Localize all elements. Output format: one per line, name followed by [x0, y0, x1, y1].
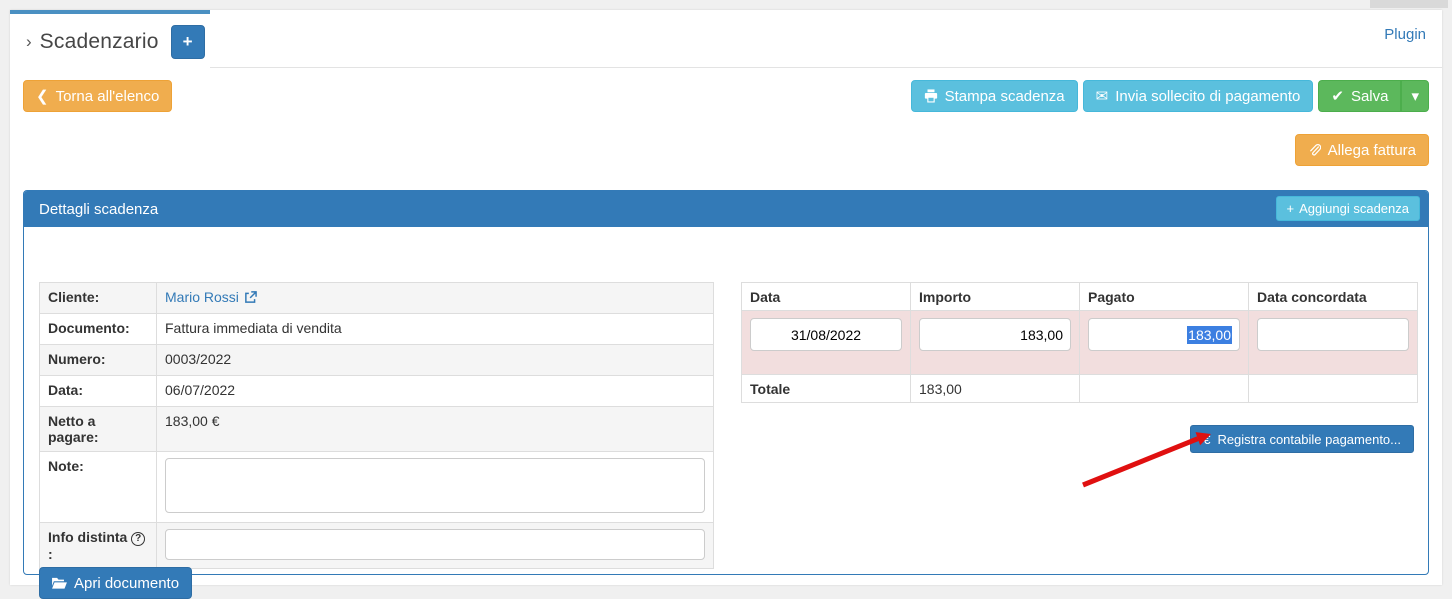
- total-value: 183,00: [911, 375, 1080, 403]
- documento-value: Fattura immediata di vendita: [157, 314, 714, 345]
- send-payment-reminder-button[interactable]: ✉ Invia sollecito di pagamento: [1083, 80, 1314, 112]
- col-pagato: Pagato: [1080, 283, 1249, 311]
- table-row: Cliente: Mario Rossi: [40, 283, 714, 314]
- open-document-button[interactable]: Apri documento: [39, 567, 192, 599]
- installment-paid-input[interactable]: 183,00: [1088, 318, 1240, 351]
- agreed-date-input[interactable]: [1257, 318, 1409, 351]
- chevron-right-icon: ›: [26, 32, 32, 52]
- register-payment-label: Registra contabile pagamento...: [1217, 432, 1401, 447]
- col-data-concordata: Data concordata: [1249, 283, 1418, 311]
- data-value: 06/07/2022: [157, 376, 714, 407]
- installment-row: 183,00: [742, 311, 1418, 375]
- add-installment-label: Aggiungi scadenza: [1299, 201, 1409, 216]
- panel-heading: Dettagli scadenza + Aggiungi scadenza: [24, 191, 1428, 227]
- folder-open-icon: [52, 577, 67, 590]
- table-row: Documento: Fattura immediata di vendita: [40, 314, 714, 345]
- netto-value: 183,00 €: [157, 407, 714, 452]
- attach-invoice-button[interactable]: Allega fattura: [1295, 134, 1429, 166]
- data-label: Data:: [40, 376, 157, 407]
- check-icon: ✔: [1331, 89, 1344, 104]
- page-title: Scadenzario: [40, 30, 159, 54]
- euro-icon: €: [1203, 433, 1210, 446]
- save-label: Salva: [1351, 88, 1389, 105]
- numero-label: Numero:: [40, 345, 157, 376]
- content-card: › Scadenzario + Plugin ❮ Torna all'elenc…: [10, 10, 1442, 585]
- panel-title: Dettagli scadenza: [39, 201, 158, 218]
- note-label: Note:: [40, 452, 157, 523]
- back-to-list-label: Torna all'elenco: [56, 88, 160, 105]
- external-link-icon: [244, 291, 257, 304]
- customer-name: Mario Rossi: [165, 289, 239, 305]
- table-row: Numero: 0003/2022: [40, 345, 714, 376]
- plus-icon: +: [1287, 202, 1295, 215]
- top-edge-bar: [1370, 0, 1448, 8]
- documento-label: Documento:: [40, 314, 157, 345]
- toolbar-left: ❮ Torna all'elenco: [23, 80, 172, 112]
- installments-table: Data Importo Pagato Data concordata 183,…: [741, 282, 1418, 403]
- envelope-icon: ✉: [1096, 89, 1109, 104]
- add-installment-button[interactable]: + Aggiungi scadenza: [1276, 196, 1420, 221]
- open-document-label: Apri documento: [74, 575, 179, 592]
- plus-icon: +: [183, 32, 193, 51]
- panel-body: Cliente: Mario Rossi Documento:: [24, 227, 1428, 575]
- add-tab-button[interactable]: +: [171, 25, 205, 59]
- attach-row: Allega fattura: [1295, 134, 1429, 166]
- installment-amount-input[interactable]: [919, 318, 1071, 351]
- save-dropdown-button[interactable]: ▾: [1401, 80, 1429, 112]
- col-data: Data: [742, 283, 911, 311]
- register-payment-button[interactable]: € Registra contabile pagamento...: [1190, 425, 1414, 453]
- question-circle-icon: ?: [131, 532, 145, 546]
- print-icon: [924, 89, 938, 103]
- table-row: Netto a pagare: 183,00 €: [40, 407, 714, 452]
- table-row: Note:: [40, 452, 714, 523]
- netto-label: Netto a pagare:: [40, 407, 157, 452]
- col-importo: Importo: [911, 283, 1080, 311]
- info-distinta-input[interactable]: [165, 529, 705, 560]
- print-schedule-label: Stampa scadenza: [945, 88, 1065, 105]
- selected-text: 183,00: [1187, 326, 1232, 344]
- table-row: Data: 06/07/2022: [40, 376, 714, 407]
- tab-scadenzario[interactable]: › Scadenzario +: [10, 10, 210, 69]
- toolbar-right: Stampa scadenza ✉ Invia sollecito di pag…: [911, 80, 1429, 112]
- schedule-details-panel: Dettagli scadenza + Aggiungi scadenza Cl…: [23, 190, 1429, 575]
- total-row: Totale 183,00: [742, 375, 1418, 403]
- back-to-list-button[interactable]: ❮ Torna all'elenco: [23, 80, 172, 112]
- note-textarea[interactable]: [165, 458, 705, 513]
- attach-invoice-label: Allega fattura: [1328, 142, 1416, 159]
- info-distinta-label: Info distinta: [48, 529, 127, 545]
- total-label: Totale: [742, 375, 911, 403]
- save-button[interactable]: ✔ Salva: [1318, 80, 1401, 112]
- app-screen: › Scadenzario + Plugin ❮ Torna all'elenc…: [0, 0, 1452, 592]
- tab-bar: › Scadenzario + Plugin: [10, 10, 1442, 68]
- numero-value: 0003/2022: [157, 345, 714, 376]
- paperclip-icon: [1308, 144, 1321, 157]
- plugin-link[interactable]: Plugin: [1384, 26, 1426, 43]
- cliente-label: Cliente:: [40, 283, 157, 314]
- table-header-row: Data Importo Pagato Data concordata: [742, 283, 1418, 311]
- document-details-table: Cliente: Mario Rossi Documento:: [39, 282, 714, 569]
- table-row: Info distinta ?:: [40, 523, 714, 569]
- chevron-left-icon: ❮: [36, 89, 49, 104]
- send-payment-reminder-label: Invia sollecito di pagamento: [1115, 88, 1300, 105]
- info-distinta-colon: :: [48, 546, 53, 562]
- print-schedule-button[interactable]: Stampa scadenza: [911, 80, 1078, 112]
- installment-date-input[interactable]: [750, 318, 902, 351]
- customer-link[interactable]: Mario Rossi: [165, 289, 257, 305]
- caret-down-icon: ▾: [1411, 89, 1419, 104]
